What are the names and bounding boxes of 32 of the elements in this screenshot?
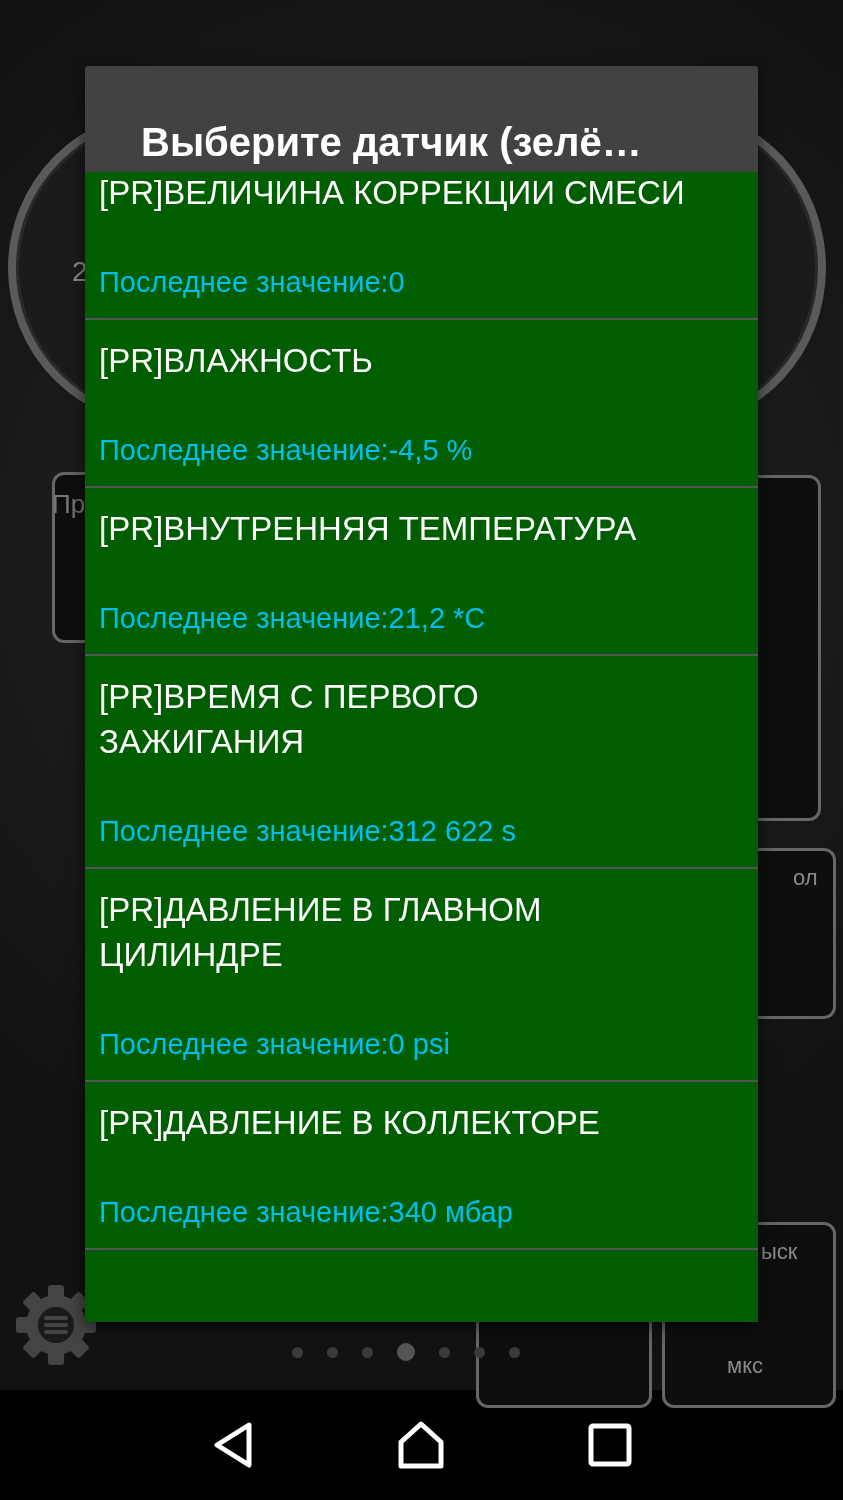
page-dot[interactable] xyxy=(327,1346,338,1358)
page-dot[interactable] xyxy=(292,1346,303,1358)
sensor-name: [PR]ВНУТРЕННЯЯ ТЕМПЕРАТУРА xyxy=(99,509,638,549)
page-dot[interactable] xyxy=(439,1346,450,1358)
dialog-title: Выберите датчик (зелё… xyxy=(141,119,642,166)
settings-icon[interactable] xyxy=(16,1285,96,1365)
page-dot[interactable] xyxy=(509,1346,520,1358)
sensor-name: [PR]ДАВЛЕНИЕ В КОЛЛЕКТОРЕ xyxy=(99,1103,601,1143)
sensor-last-value: Последнее значение:312 622 s xyxy=(99,814,517,849)
page-dot[interactable] xyxy=(397,1343,415,1361)
sensor-last-value: Последнее значение:340 мбар xyxy=(99,1195,514,1230)
sensor-list-item[interactable]: [PR]ДАВЛЕНИЕ В ГЛАВНОМ ЦИЛИНДРЕ Последнее значение:0 psi xyxy=(85,869,758,1082)
sensor-last-value: Последнее значение:21,2 *C xyxy=(99,601,487,636)
page-dot[interactable] xyxy=(362,1346,373,1358)
sensor-name: [PR]ВЛАЖНОСТЬ xyxy=(99,341,374,381)
sensor-name: [PR]ДАВЛЕНИЕ В ГЛАВНОМ ЦИЛИНДРЕ xyxy=(99,890,543,975)
panel-label: ыск xyxy=(761,1239,798,1265)
page-dot[interactable] xyxy=(474,1346,485,1358)
sensor-list-item[interactable]: [PR]ДАВЛЕНИЕ В КОЛЛЕКТОРЕ Последнее значение:340 мбар xyxy=(85,1082,758,1250)
sensor-name: [PR]ВРЕМЯ С ПЕРВОГО ЗАЖИГАНИЯ xyxy=(99,677,480,762)
panel-unit: мкс xyxy=(727,1353,763,1379)
sensor-list-item[interactable]: [PR]ВРЕМЯ С ПЕРВОГО ЗАЖИГАНИЯ Последнее значение:312 622 s xyxy=(85,656,758,869)
recent-apps-icon[interactable] xyxy=(587,1423,632,1467)
panel-label: ол xyxy=(793,865,818,891)
sensor-last-value: Последнее значение:0 psi xyxy=(99,1027,451,1062)
home-icon[interactable] xyxy=(397,1420,446,1470)
sensor-list-item[interactable]: [PR]ВНУТРЕННЯЯ ТЕМПЕРАТУРА Последнее значение:21,2 *C xyxy=(85,488,758,656)
sensor-last-value: Последнее значение:0 xyxy=(99,265,406,300)
sensor-list-item[interactable]: [PR]ВЛАЖНОСТЬ Последнее значение:-4,5 % xyxy=(85,320,758,488)
sensor-last-value: Последнее значение:-4,5 % xyxy=(99,433,474,468)
sensor-list-item[interactable]: [PR]ВЕЛИЧИНА КОРРЕКЦИИ СМЕСИ Последнее значение:0 xyxy=(85,172,758,320)
sensor-name: [PR]ВЕЛИЧИНА КОРРЕКЦИИ СМЕСИ xyxy=(99,173,686,213)
